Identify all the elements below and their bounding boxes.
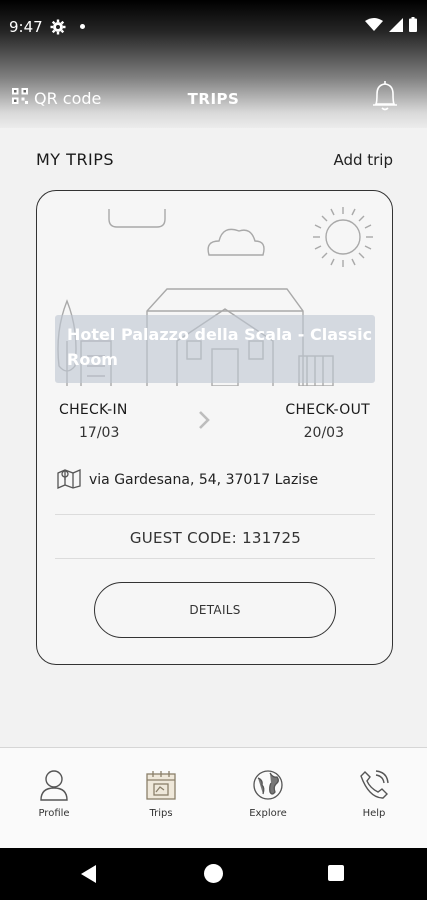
check-out-date: 20/03	[303, 425, 344, 441]
globe-icon	[228, 768, 308, 802]
system-navigation-bar	[0, 848, 427, 900]
nav-profile-label: Profile	[38, 808, 70, 819]
add-trip-link[interactable]: Add trip	[333, 151, 393, 169]
nav-profile[interactable]: Profile	[14, 768, 94, 819]
page-title: TRIPS	[187, 90, 240, 108]
notification-dot-icon	[80, 24, 85, 29]
wifi-icon	[365, 17, 383, 36]
nav-trips[interactable]: Trips	[121, 768, 201, 819]
guest-code: GUEST CODE: 131725	[129, 529, 302, 547]
nav-help[interactable]: Help	[334, 768, 414, 819]
nav-help-label: Help	[362, 808, 386, 819]
nav-trips-label: Trips	[149, 808, 173, 819]
map-pin-icon	[57, 467, 81, 493]
hotel-name: Hotel Palazzo della Scala - Classic Room	[67, 325, 373, 369]
divider	[55, 514, 375, 515]
check-in-date: 17/03	[79, 425, 120, 441]
check-in-label: CHECK-IN	[59, 402, 128, 418]
home-icon[interactable]	[204, 864, 223, 883]
address-text: via Gardesana, 54, 37017 Lazise	[89, 472, 319, 488]
bell-icon[interactable]	[371, 80, 399, 116]
nav-explore-label: Explore	[249, 808, 287, 819]
my-trips-heading: MY TRIPS	[36, 150, 115, 169]
status-time: 9:47	[9, 18, 43, 36]
trip-card[interactable]: Hotel Palazzo della Scala - Classic Room…	[36, 190, 393, 665]
back-icon[interactable]	[80, 864, 98, 888]
details-button[interactable]: DETAILS	[94, 582, 336, 638]
gear-icon	[50, 19, 66, 39]
app-header: 9:47 QR code TRIPS	[0, 0, 427, 128]
bottom-navigation: Profile Trips Explore Help	[0, 747, 427, 848]
signal-icon	[389, 17, 403, 36]
check-out-label: CHECK-OUT	[285, 402, 370, 418]
hotel-address: via Gardesana, 54, 37017 Lazise	[57, 467, 318, 493]
nav-explore[interactable]: Explore	[228, 768, 308, 819]
chevron-right-icon	[197, 409, 211, 435]
status-icons	[365, 17, 417, 36]
battery-icon	[409, 17, 417, 36]
recent-apps-icon[interactable]	[328, 865, 344, 881]
profile-icon	[14, 768, 94, 802]
phone-icon	[334, 768, 414, 802]
divider	[55, 558, 375, 559]
trips-calendar-icon	[121, 768, 201, 802]
